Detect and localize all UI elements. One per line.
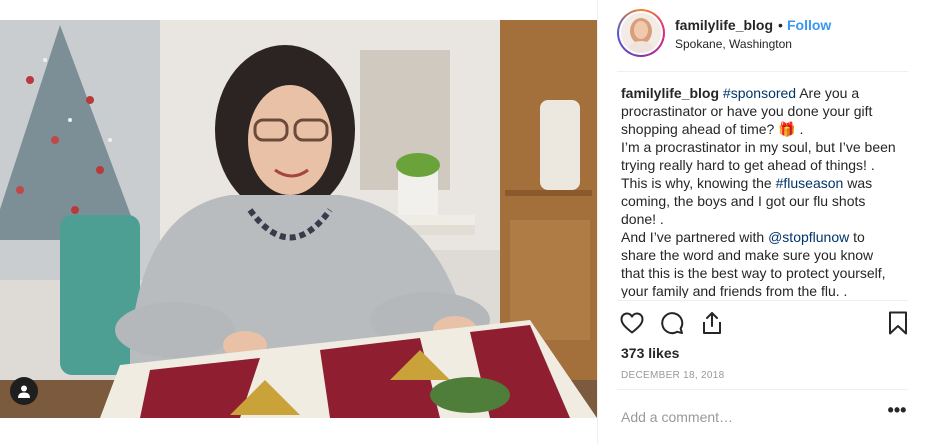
person-icon (18, 385, 30, 398)
header-username[interactable]: familylife_blog (675, 17, 773, 33)
post-photo-illustration (0, 20, 597, 418)
caption-username[interactable]: familylife_blog (621, 85, 719, 101)
caption-line: done! . (621, 211, 664, 227)
hashtag-fluseason[interactable]: #fluseason (776, 175, 844, 191)
caption-line: coming, the boys and I got our flu shots (621, 193, 866, 209)
caption-line: procrastinator or have you done your gif… (621, 103, 873, 119)
post-details-panel: familylife_blog • Follow Spokane, Washin… (597, 0, 929, 444)
likes-count[interactable]: 373 likes (621, 345, 679, 361)
caption-line: your family and friends from the flu. . (621, 283, 848, 298)
avatar[interactable] (617, 9, 665, 57)
like-button[interactable] (619, 310, 645, 336)
post-caption: familylife_blog #sponsored Are you a pro… (621, 84, 911, 298)
avatar-border (619, 11, 663, 55)
caption-text: Are you a (796, 85, 860, 101)
save-button[interactable] (885, 310, 911, 336)
caption-text: was (843, 175, 873, 191)
divider (617, 71, 908, 72)
caption-line: share the word and make sure you know (621, 247, 874, 263)
location-link[interactable]: Spokane, Washington (675, 37, 792, 51)
post-header: familylife_blog • Follow Spokane, Washin… (598, 0, 929, 70)
caption-line: I’m a procrastinator in my soul, but I’v… (621, 139, 896, 155)
caption-text: . (795, 121, 804, 137)
user-tag-icon[interactable] (10, 377, 38, 405)
post-date: DECEMBER 18, 2018 (621, 370, 725, 381)
separator-dot: • (778, 17, 783, 33)
gift-emoji: 🎁 (778, 121, 796, 137)
share-icon (703, 312, 721, 334)
caption-line: This is why, knowing the #fluseason was (621, 174, 911, 192)
caption-line: And I’ve partnered with @stopflunow to (621, 228, 911, 246)
bookmark-icon (889, 311, 907, 335)
add-comment-input[interactable] (621, 406, 871, 428)
avatar-image (621, 13, 661, 53)
caption-text: This is why, knowing the (621, 175, 776, 191)
caption-text: shopping ahead of time? (621, 121, 779, 137)
hashtag-sponsored[interactable]: #sponsored (723, 85, 796, 101)
more-options-button[interactable]: ••• (887, 401, 907, 424)
caption-text: to (849, 229, 865, 245)
divider (617, 300, 908, 301)
post-photo[interactable] (0, 20, 597, 418)
divider (617, 389, 908, 390)
mention-stopflunow[interactable]: @stopflunow (768, 229, 849, 245)
caption-line: shopping ahead of time? 🎁 . (621, 120, 911, 138)
caption-line: that this is the best way to protect you… (621, 265, 886, 281)
comment-button[interactable] (659, 310, 685, 336)
caption-line: familylife_blog #sponsored Are you a (621, 84, 911, 102)
caption-line: trying really hard to get ahead of thing… (621, 157, 875, 173)
follow-button[interactable]: Follow (787, 17, 831, 33)
share-button[interactable] (699, 310, 725, 336)
comment-icon (661, 312, 684, 335)
caption-text: And I’ve partnered with (621, 229, 769, 245)
heart-icon (620, 312, 644, 334)
